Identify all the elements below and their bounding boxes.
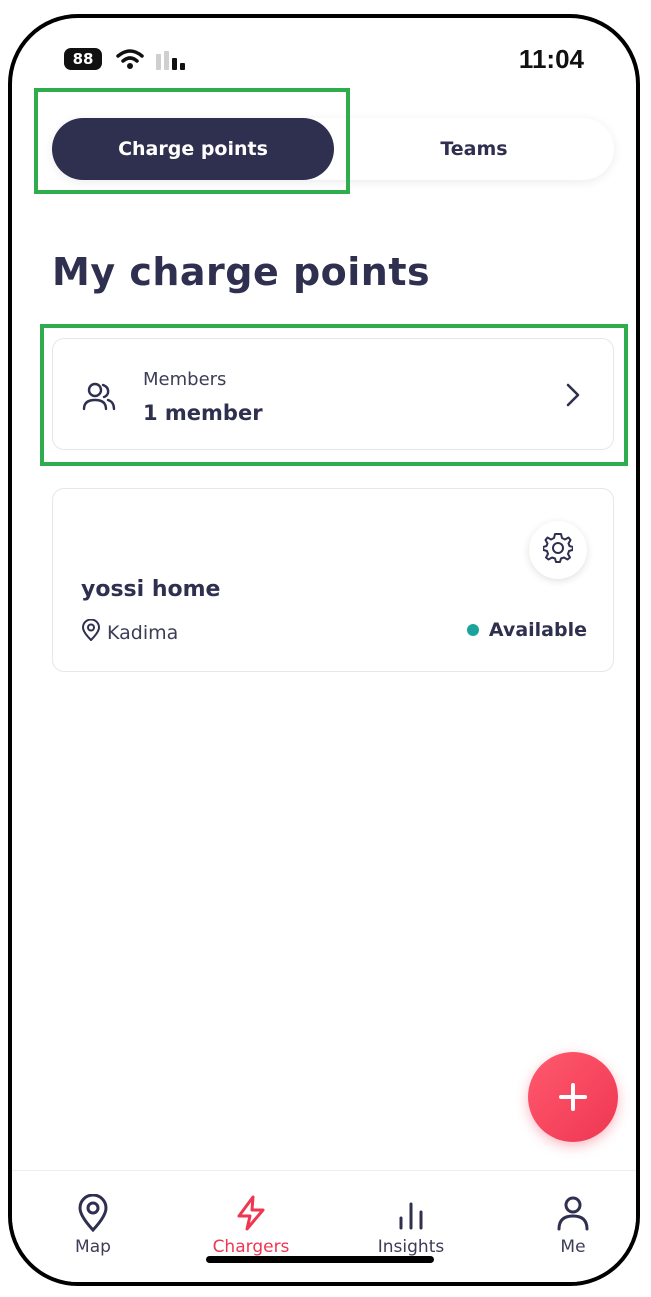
location-text: Kadima xyxy=(107,621,179,644)
charge-point-location: Kadima xyxy=(81,618,179,646)
phone-frame: 88 11:04 Charge points Teams My charge p… xyxy=(8,14,640,1286)
members-card[interactable]: Members 1 member xyxy=(52,338,614,450)
nav-item-map[interactable]: Map xyxy=(38,1193,148,1257)
charge-point-name: yossi home xyxy=(81,577,221,602)
wifi-icon xyxy=(116,48,144,74)
nav-item-me[interactable]: Me xyxy=(518,1193,628,1257)
nav-label-chargers: Chargers xyxy=(212,1237,290,1257)
tab-teams[interactable]: Teams xyxy=(334,118,614,180)
home-indicator xyxy=(206,1256,434,1263)
nav-label-insights: Insights xyxy=(377,1237,445,1257)
map-pin-icon xyxy=(38,1193,148,1233)
add-charge-point-button[interactable] xyxy=(528,1052,618,1142)
status-bar: 88 11:04 xyxy=(12,18,636,98)
page-title: My charge points xyxy=(52,250,431,294)
plus-icon xyxy=(559,1083,587,1111)
user-icon xyxy=(518,1193,628,1233)
bottom-nav: Map Chargers Insights Me xyxy=(12,1170,636,1282)
users-icon xyxy=(81,381,117,417)
nav-item-chargers[interactable]: Chargers xyxy=(196,1193,306,1257)
members-count: 1 member xyxy=(143,401,263,425)
nav-item-insights[interactable]: Insights xyxy=(356,1193,466,1257)
signal-icon xyxy=(154,48,190,74)
chevron-right-icon xyxy=(565,383,581,411)
clock: 11:04 xyxy=(518,44,584,74)
nav-label-me: Me xyxy=(560,1237,586,1257)
status-dot xyxy=(466,624,479,636)
status-text: Available xyxy=(488,619,587,641)
charge-point-card[interactable]: yossi home Kadima Available xyxy=(52,488,614,672)
charge-point-status: Available xyxy=(466,619,587,641)
battery-indicator: 88 xyxy=(64,48,102,70)
settings-button[interactable] xyxy=(529,521,587,579)
members-label: Members xyxy=(143,369,227,390)
gear-icon xyxy=(542,533,574,567)
bar-chart-icon xyxy=(356,1193,466,1233)
nav-label-map: Map xyxy=(75,1237,111,1257)
tab-charge-points[interactable]: Charge points xyxy=(52,118,334,180)
segmented-tabs: Charge points Teams xyxy=(52,118,614,180)
location-pin-icon xyxy=(81,618,101,646)
lightning-icon xyxy=(196,1193,306,1233)
